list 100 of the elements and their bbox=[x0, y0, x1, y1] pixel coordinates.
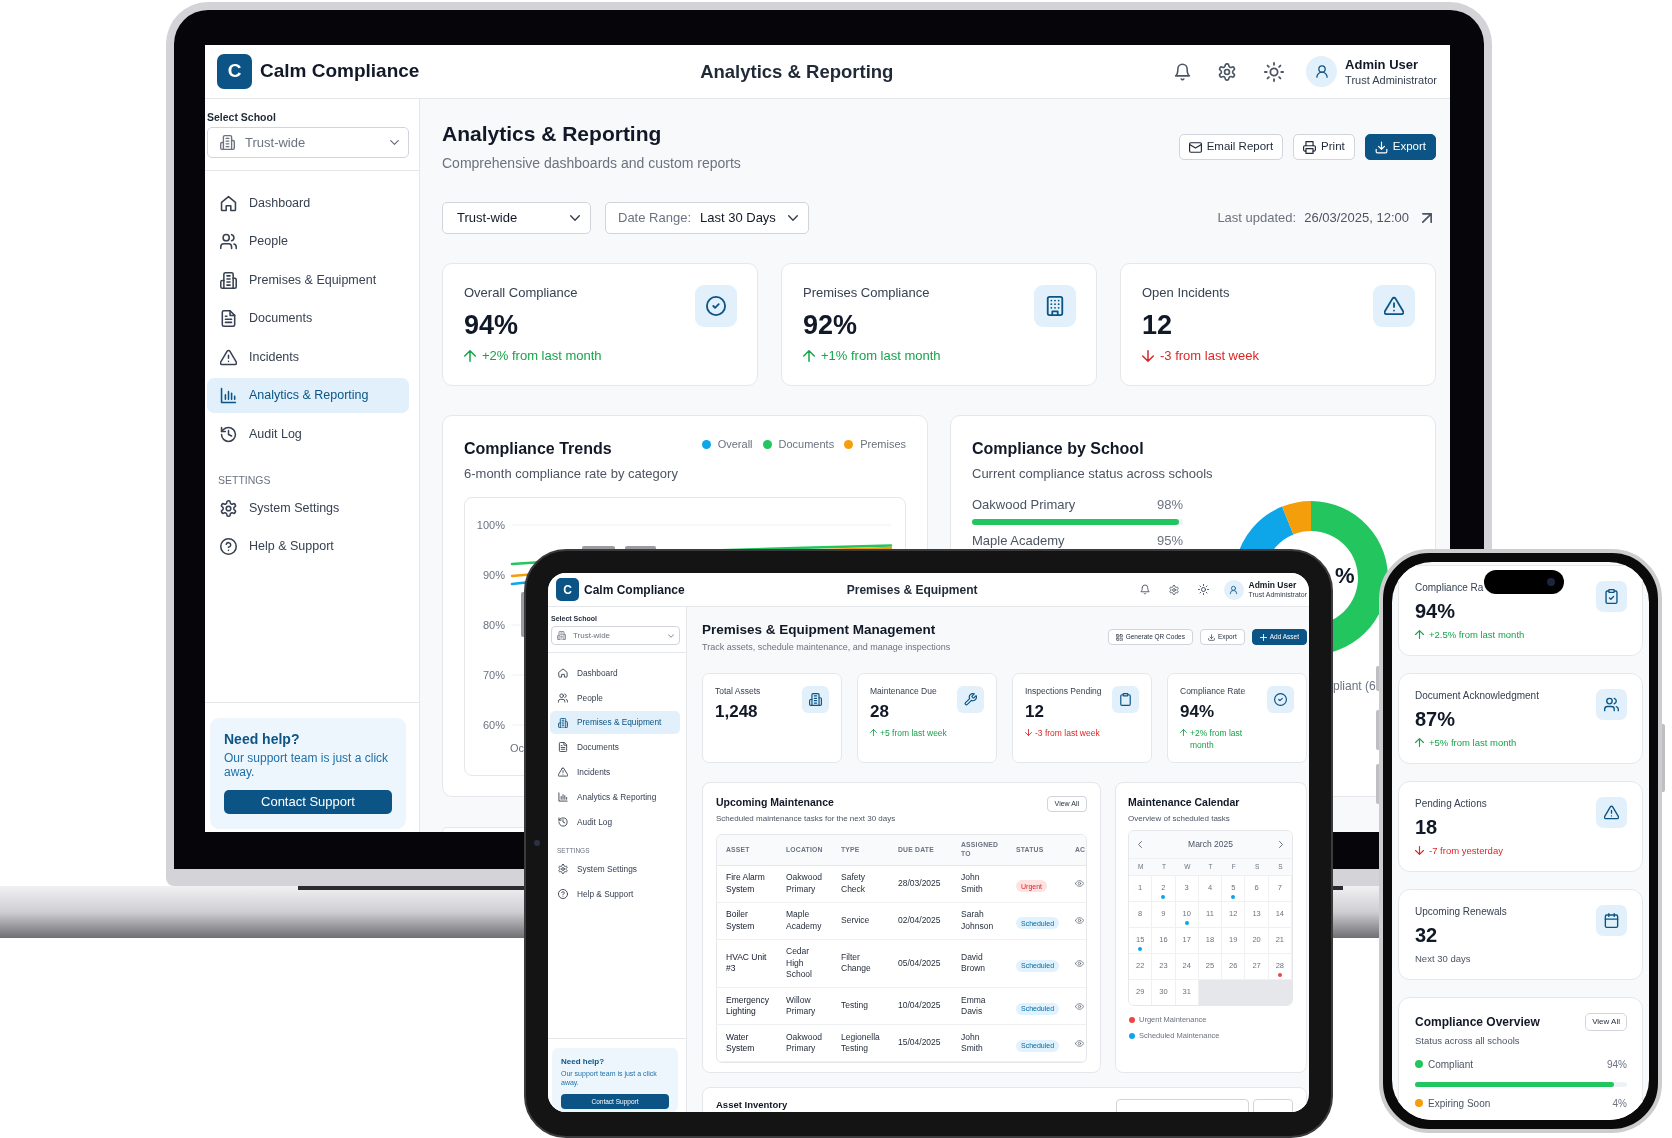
settings-icon[interactable] bbox=[1218, 62, 1237, 81]
date-range-dropdown[interactable]: Date Range: Last 30 Days bbox=[605, 202, 809, 234]
mail-icon bbox=[1188, 140, 1202, 154]
eye-icon[interactable] bbox=[1075, 917, 1084, 924]
table-cell: HVAC Unit #3 bbox=[717, 939, 777, 988]
help-icon bbox=[220, 537, 237, 555]
nav-item[interactable]: Analytics & Reporting bbox=[207, 378, 409, 413]
table-cell: 02/04/2025 bbox=[889, 902, 952, 939]
school-select[interactable]: Trust-wide bbox=[207, 127, 409, 158]
table-cell: Oakwood Primary bbox=[777, 1024, 832, 1062]
last-updated-time: 26/03/2025, 12:00 bbox=[1304, 209, 1409, 228]
user-role: Trust Administrator bbox=[1345, 72, 1437, 87]
settings-icon bbox=[558, 864, 568, 875]
nav-item[interactable]: People bbox=[550, 686, 680, 710]
sun-icon[interactable] bbox=[1197, 584, 1209, 595]
nav-item[interactable]: Audit Log bbox=[207, 416, 409, 452]
section-subtitle: Overview of scheduled tasks bbox=[1128, 814, 1230, 824]
stat-label: Open Incidents bbox=[1142, 285, 1230, 301]
nav-item[interactable]: System Settings bbox=[550, 857, 680, 881]
table-cell: Maple Academy bbox=[777, 902, 832, 939]
stat-value: 28 bbox=[870, 701, 889, 722]
section-subtitle: Scheduled maintenance tasks for the next 30 days bbox=[716, 814, 896, 824]
user-name: Admin User bbox=[1248, 580, 1297, 590]
stat-value: 18 bbox=[1415, 814, 1438, 839]
table-cell: Oakwood Primary bbox=[777, 865, 832, 902]
table-cell: David Brown bbox=[952, 939, 1007, 988]
help-title: Need help? bbox=[224, 731, 301, 748]
nav-item[interactable]: Incidents bbox=[550, 760, 680, 784]
chart-title: Compliance by School bbox=[972, 439, 1144, 459]
nav-item[interactable]: Dashboard bbox=[207, 185, 409, 221]
donut-legend-text: pliant (6 bbox=[1333, 678, 1376, 694]
table-cell: 05/04/2025 bbox=[889, 939, 952, 988]
nav-item[interactable]: Incidents bbox=[207, 339, 409, 375]
eye-icon[interactable] bbox=[1075, 1039, 1084, 1047]
table-cell: Boiler System bbox=[717, 902, 777, 939]
nav-item[interactable]: Help & Support bbox=[207, 528, 409, 564]
settings-icon[interactable] bbox=[1168, 584, 1179, 595]
avatar-icon bbox=[1223, 579, 1244, 600]
history-icon bbox=[220, 425, 237, 443]
view-all-button[interactable]: View All bbox=[1585, 1013, 1627, 1031]
page-subtitle: Track assets, schedule maintenance, and manage inspections bbox=[702, 641, 951, 653]
header-title: Analytics & Reporting bbox=[700, 59, 894, 84]
phone-edge-key bbox=[1662, 724, 1665, 792]
nav-item[interactable]: Audit Log bbox=[550, 810, 680, 834]
nav-item[interactable]: People bbox=[207, 224, 409, 259]
eye-icon[interactable] bbox=[1075, 959, 1084, 967]
table-cell: Willow Primary bbox=[777, 987, 832, 1025]
chevron-right-icon[interactable] bbox=[1279, 841, 1283, 848]
calendar-month: March 2025 bbox=[1188, 838, 1233, 851]
nav-item[interactable]: Documents bbox=[207, 301, 409, 336]
nav-item[interactable]: Documents bbox=[550, 735, 680, 759]
nav-item[interactable]: Dashboard bbox=[550, 661, 680, 685]
home-icon bbox=[220, 194, 237, 212]
settings-icon bbox=[220, 499, 237, 517]
home-icon bbox=[558, 668, 568, 678]
bar-chart-icon bbox=[558, 792, 568, 802]
stat-value: 1,248 bbox=[715, 701, 758, 722]
bell-icon[interactable] bbox=[1139, 584, 1150, 595]
nav-item[interactable]: Premises & Equipment bbox=[207, 262, 409, 298]
school-select[interactable]: Trust-wide bbox=[551, 626, 680, 645]
table-cell: John Smith bbox=[952, 1024, 1007, 1062]
contact-support-button[interactable]: Contact Support bbox=[224, 790, 392, 814]
stat-value: 92% bbox=[803, 309, 858, 341]
nav-item[interactable]: Analytics & Reporting bbox=[550, 785, 680, 809]
last-updated-label: Last updated: bbox=[1217, 209, 1297, 228]
axis-label: Oc bbox=[510, 741, 525, 755]
clipboard-check-icon bbox=[1596, 581, 1627, 612]
calendar-icon bbox=[1596, 905, 1627, 936]
legend-label: Overall bbox=[717, 437, 753, 451]
chart-subtitle: 6-month compliance rate by category bbox=[464, 466, 678, 482]
stat-label: Premises Compliance bbox=[803, 285, 930, 301]
filter-field[interactable] bbox=[1253, 1099, 1293, 1112]
sun-icon[interactable] bbox=[1264, 61, 1285, 82]
eye-icon[interactable] bbox=[1075, 1002, 1084, 1010]
eye-icon[interactable] bbox=[1075, 880, 1084, 887]
axis-label: 90% bbox=[481, 568, 505, 582]
brand-name: Calm Compliance bbox=[260, 59, 420, 84]
stat-change: -3 from last week bbox=[1035, 727, 1100, 739]
nav-item[interactable]: System Settings bbox=[207, 490, 409, 526]
user-name: Admin User bbox=[1345, 56, 1419, 73]
stat-change: +2.5% from last month bbox=[1429, 628, 1525, 641]
search-field[interactable] bbox=[1116, 1099, 1249, 1112]
nav-item[interactable]: Premises & Equipment bbox=[550, 711, 680, 735]
status-percentage: 94% bbox=[1607, 1057, 1627, 1071]
nav-item[interactable]: Help & Support bbox=[550, 882, 680, 906]
chevron-left-icon[interactable] bbox=[1138, 841, 1142, 848]
email-report-button[interactable]: Email Report bbox=[1178, 134, 1284, 160]
stat-change: +2% from last month bbox=[482, 348, 602, 364]
arrow-up-right-icon[interactable] bbox=[1422, 213, 1432, 223]
bell-icon[interactable] bbox=[1174, 62, 1192, 81]
stat-label: Upcoming Renewals bbox=[1415, 905, 1507, 918]
people-icon bbox=[558, 692, 568, 703]
school-filter-dropdown[interactable]: Trust-wide bbox=[442, 202, 591, 234]
chevron-down-icon bbox=[570, 215, 580, 221]
table-cell: Legionella Testing bbox=[832, 1024, 889, 1062]
section-title: Asset Inventory bbox=[716, 1099, 788, 1111]
print-button[interactable]: Print bbox=[1293, 134, 1355, 160]
export-button[interactable]: Export bbox=[1364, 134, 1436, 160]
donut-center-label: % bbox=[1335, 563, 1355, 589]
avatar-icon bbox=[1306, 56, 1338, 87]
